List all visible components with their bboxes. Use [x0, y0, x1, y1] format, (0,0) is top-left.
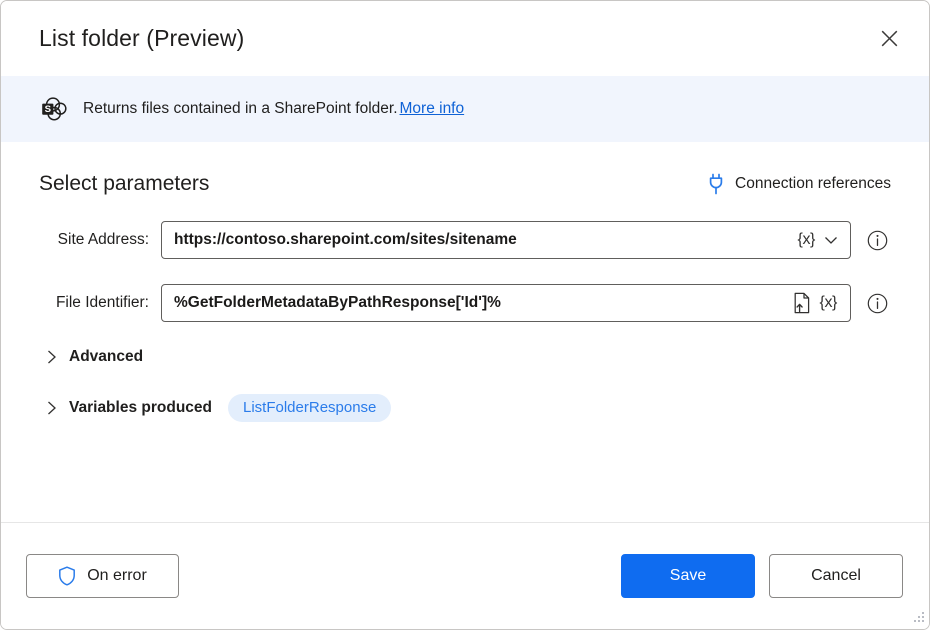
- dialog-title: List folder (Preview): [39, 25, 867, 52]
- parameters-section-header: Select parameters Connection references: [39, 142, 891, 196]
- resize-grip[interactable]: [911, 611, 925, 625]
- chevron-right-icon: [43, 400, 61, 416]
- dialog-titlebar: List folder (Preview): [1, 1, 929, 76]
- dialog-footer: On error Save Cancel: [1, 523, 929, 629]
- advanced-label: Advanced: [69, 348, 143, 366]
- variable-braces-icon[interactable]: {x}: [793, 225, 821, 255]
- file-upload-icon[interactable]: [789, 288, 815, 318]
- more-info-link[interactable]: More info: [400, 100, 465, 117]
- description-banner: S Returns files contained in a SharePoin…: [1, 76, 929, 142]
- save-label: Save: [670, 567, 706, 585]
- shield-icon: [58, 566, 76, 586]
- close-button[interactable]: [867, 19, 911, 59]
- on-error-label: On error: [87, 567, 147, 585]
- variable-pill-listfolderresponse[interactable]: ListFolderResponse: [228, 394, 391, 422]
- connection-references-label: Connection references: [735, 175, 891, 193]
- variable-braces-icon[interactable]: {x}: [815, 288, 843, 318]
- on-error-button[interactable]: On error: [26, 554, 179, 598]
- banner-description: Returns files contained in a SharePoint …: [83, 100, 464, 118]
- variables-produced-toggle[interactable]: Variables produced ListFolderResponse: [39, 394, 891, 422]
- banner-description-text: Returns files contained in a SharePoint …: [83, 100, 398, 117]
- plug-icon: [707, 173, 725, 195]
- cancel-button[interactable]: Cancel: [769, 554, 903, 598]
- chevron-down-icon[interactable]: [820, 225, 842, 255]
- variables-produced-label: Variables produced: [69, 399, 212, 417]
- file-identifier-info-icon[interactable]: [865, 291, 889, 315]
- site-address-info-icon[interactable]: [865, 228, 889, 252]
- site-address-value: https://contoso.sharepoint.com/sites/sit…: [174, 231, 793, 249]
- save-button[interactable]: Save: [621, 554, 755, 598]
- svg-text:S: S: [45, 104, 52, 115]
- file-identifier-value: %GetFolderMetadataByPathResponse['Id']%: [174, 294, 789, 312]
- close-icon: [881, 30, 898, 47]
- advanced-section-toggle[interactable]: Advanced: [39, 348, 891, 366]
- sharepoint-icon: S: [39, 94, 69, 124]
- file-identifier-label: File Identifier:: [39, 294, 161, 312]
- chevron-right-icon: [43, 349, 61, 365]
- connection-references-button[interactable]: Connection references: [707, 173, 891, 195]
- cancel-label: Cancel: [811, 567, 861, 585]
- list-folder-dialog: List folder (Preview) S Returns files co…: [0, 0, 930, 630]
- section-title: Select parameters: [39, 172, 209, 196]
- file-identifier-field[interactable]: %GetFolderMetadataByPathResponse['Id']% …: [161, 284, 851, 322]
- site-address-row: Site Address: https://contoso.sharepoint…: [39, 221, 891, 259]
- file-identifier-row: File Identifier: %GetFolderMetadataByPat…: [39, 284, 891, 322]
- site-address-label: Site Address:: [39, 231, 161, 249]
- dialog-body: Select parameters Connection references …: [1, 142, 929, 522]
- site-address-field[interactable]: https://contoso.sharepoint.com/sites/sit…: [161, 221, 851, 259]
